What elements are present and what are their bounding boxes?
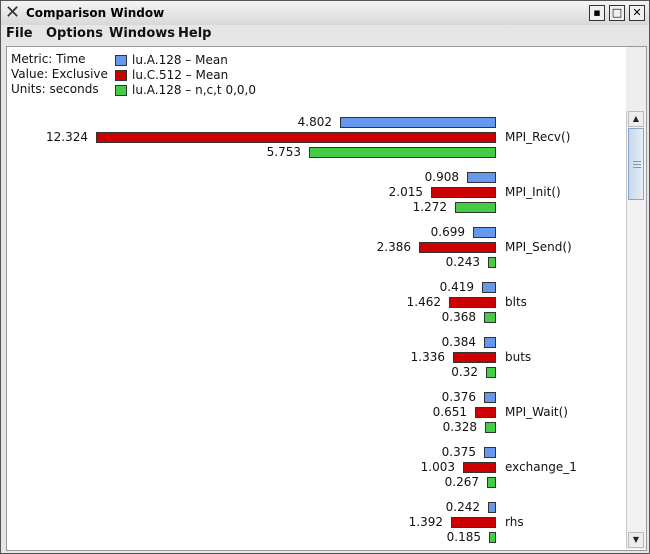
units-label: Units: seconds <box>11 82 99 96</box>
function-label: MPI_Recv() <box>505 130 571 144</box>
bar[interactable] <box>475 407 496 418</box>
scroll-down-button[interactable]: ▼ <box>628 532 644 548</box>
chart-panel: Metric: Time Value: Exclusive Units: sec… <box>6 46 647 551</box>
bar[interactable] <box>451 517 496 528</box>
function-label: blts <box>505 295 527 309</box>
bar[interactable] <box>488 502 496 513</box>
bar-value-label: 0.368 <box>441 310 476 324</box>
legend-swatch <box>115 85 127 96</box>
legend-swatch <box>115 55 127 66</box>
bar[interactable] <box>340 117 496 128</box>
value-label: Value: Exclusive <box>11 67 108 81</box>
bar-value-label: 4.802 <box>297 115 332 129</box>
bar[interactable] <box>486 367 496 378</box>
metric-info: Metric: Time Value: Exclusive Units: sec… <box>11 52 108 97</box>
bar-chart: 4.802 12.324 5.753 MPI_Recv() 0.908 2.015 1.27… <box>7 111 626 549</box>
vertical-scrollbar[interactable]: ▲ ▼ <box>626 111 646 549</box>
bar-value-label: 0.419 <box>439 280 474 294</box>
function-label: rhs <box>505 515 524 529</box>
function-label: exchange_1 <box>505 460 577 474</box>
bar-value-label: 0.32 <box>451 365 478 379</box>
bar-value-label: 0.242 <box>445 500 480 514</box>
bar[interactable] <box>482 282 496 293</box>
bar-value-label: 5.753 <box>266 145 301 159</box>
bar[interactable] <box>488 257 496 268</box>
comparison-window: ✕ Comparison Window ▪ □ ✕ File Options W… <box>0 0 650 554</box>
bar-value-label: 0.375 <box>441 445 476 459</box>
bar[interactable] <box>467 172 496 183</box>
menu-help[interactable]: Help <box>178 26 211 41</box>
grip-line <box>633 161 641 162</box>
menu-options[interactable]: Options <box>46 26 103 41</box>
bar[interactable] <box>449 297 496 308</box>
bar[interactable] <box>96 132 496 143</box>
bar[interactable] <box>484 312 496 323</box>
bar[interactable] <box>485 422 496 433</box>
function-label: MPI_Send() <box>505 240 572 254</box>
bar-value-label: 0.699 <box>430 225 465 239</box>
scroll-thumb[interactable] <box>628 128 644 200</box>
grip-line <box>633 167 641 168</box>
bar[interactable] <box>455 202 496 213</box>
bar-value-label: 1.272 <box>412 200 447 214</box>
window-title: Comparison Window <box>26 6 165 20</box>
grip-line <box>633 164 641 165</box>
bar[interactable] <box>463 462 496 473</box>
bar-value-label: 12.324 <box>46 130 88 144</box>
bar-value-label: 1.003 <box>420 460 455 474</box>
bar[interactable] <box>431 187 496 198</box>
legend-label: lu.A.128 – Mean <box>132 53 228 67</box>
menu-file[interactable]: File <box>6 26 33 41</box>
menu-bar: File Options Windows Help <box>1 25 649 45</box>
bar[interactable] <box>309 147 496 158</box>
minimize-button[interactable]: ▪ <box>589 5 605 21</box>
bar[interactable] <box>487 477 496 488</box>
legend-swatch <box>115 70 127 81</box>
legend-label: lu.C.512 – Mean <box>132 68 229 82</box>
bar-value-label: 1.392 <box>408 515 443 529</box>
bar-value-label: 0.376 <box>441 390 476 404</box>
bar-value-label: 0.908 <box>424 170 459 184</box>
bar[interactable] <box>484 392 496 403</box>
bar-value-label: 1.336 <box>410 350 445 364</box>
bar[interactable] <box>489 532 496 543</box>
window-app-icon: ✕ <box>5 2 21 23</box>
scroll-corner <box>626 47 646 111</box>
bar-value-label: 0.185 <box>446 530 481 544</box>
bar[interactable] <box>484 447 496 458</box>
bar-value-label: 0.384 <box>441 335 476 349</box>
function-label: buts <box>505 350 532 364</box>
bar[interactable] <box>419 242 496 253</box>
metric-label: Metric: Time <box>11 52 86 66</box>
function-label: MPI_Wait() <box>505 405 568 419</box>
bar-value-label: 0.328 <box>442 420 477 434</box>
legend-label: lu.A.128 – n,c,t 0,0,0 <box>132 83 256 97</box>
bar[interactable] <box>453 352 496 363</box>
bar-value-label: 0.651 <box>432 405 467 419</box>
bar-value-label: 0.267 <box>444 475 479 489</box>
menu-windows[interactable]: Windows <box>109 26 175 41</box>
close-button[interactable]: ✕ <box>629 5 645 21</box>
bar-value-label: 2.015 <box>388 185 423 199</box>
maximize-button[interactable]: □ <box>609 5 625 21</box>
bar-value-label: 0.243 <box>445 255 480 269</box>
function-label: MPI_Init() <box>505 185 561 199</box>
scroll-up-button[interactable]: ▲ <box>628 111 644 127</box>
bar[interactable] <box>473 227 496 238</box>
bar-value-label: 1.462 <box>406 295 441 309</box>
bar-value-label: 2.386 <box>376 240 411 254</box>
bar[interactable] <box>484 337 496 348</box>
title-bar[interactable]: ✕ Comparison Window ▪ □ ✕ <box>1 1 649 26</box>
